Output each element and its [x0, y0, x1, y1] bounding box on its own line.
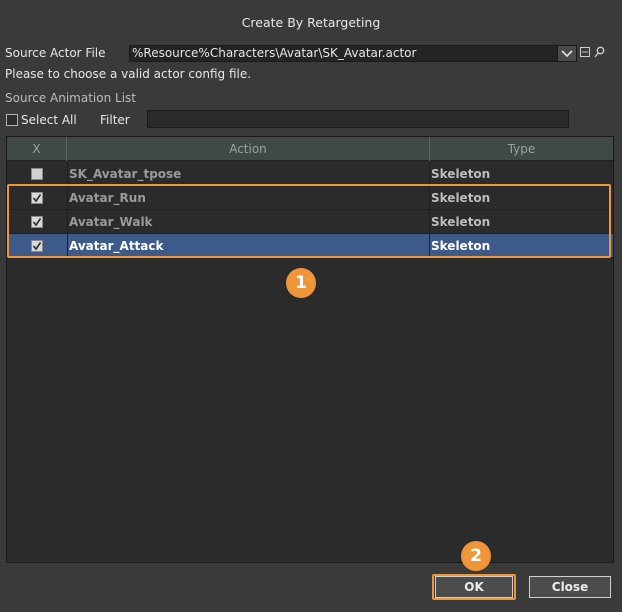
table-row[interactable]: Avatar_Walk Skeleton	[7, 210, 613, 234]
row-checkbox-cell[interactable]	[7, 186, 67, 210]
row-type: Skeleton	[431, 191, 491, 205]
combo-dropdown-button[interactable]	[557, 45, 577, 62]
dialog-title: Create By Retargeting	[241, 15, 381, 30]
row-checkbox-cell[interactable]	[7, 162, 67, 186]
filter-label: Filter	[100, 113, 130, 127]
column-header-x[interactable]: X	[7, 137, 67, 161]
select-all-label: Select All	[21, 113, 77, 127]
row-action: SK_Avatar_tpose	[67, 162, 430, 186]
row-type: Skeleton	[431, 239, 491, 253]
source-actor-combobox[interactable]: %Resource%Characters\Avatar\SK_Avatar.ac…	[129, 45, 577, 62]
ok-button[interactable]: OK	[435, 576, 513, 598]
source-hint-text: Please to choose a valid actor config fi…	[5, 67, 252, 81]
more-icon	[580, 46, 590, 60]
table-row[interactable]: Avatar_Attack Skeleton	[7, 234, 613, 258]
checkmark-icon	[32, 242, 42, 251]
row-action: Avatar_Walk	[67, 210, 430, 234]
row-type: Skeleton	[431, 167, 491, 181]
row-type: Skeleton	[431, 215, 491, 229]
browse-more-button[interactable]	[580, 46, 590, 60]
checkbox-box	[6, 114, 18, 126]
table-row[interactable]: Avatar_Run Skeleton	[7, 186, 613, 210]
checkmark-icon	[32, 194, 42, 203]
row-checkbox-cell[interactable]	[7, 210, 67, 234]
row-checkbox-checked[interactable]	[31, 192, 43, 204]
chevron-down-icon	[561, 49, 573, 58]
row-checkbox-cell[interactable]	[7, 234, 67, 258]
select-all-checkbox[interactable]: Select All	[6, 113, 77, 127]
table-header: X Action Type	[7, 137, 613, 161]
column-header-type[interactable]: Type	[430, 137, 613, 161]
animation-list-label: Source Animation List	[5, 91, 136, 105]
find-button[interactable]	[594, 46, 605, 61]
search-icon	[594, 46, 605, 61]
filter-input[interactable]	[147, 110, 569, 128]
column-header-action[interactable]: Action	[67, 137, 430, 161]
row-checkbox-checked[interactable]	[31, 240, 43, 252]
row-checkbox-checked[interactable]	[31, 216, 43, 228]
row-action: Avatar_Run	[67, 186, 430, 210]
row-checkbox[interactable]	[31, 168, 43, 180]
step-badge-1: 1	[286, 268, 316, 298]
table-row[interactable]: SK_Avatar_tpose Skeleton	[7, 162, 613, 186]
row-action: Avatar_Attack	[67, 234, 430, 258]
checkmark-icon	[32, 218, 42, 227]
animation-table: X Action Type SK_Avatar_tpose Skeleton Ava…	[6, 136, 614, 563]
source-actor-label: Source Actor File	[5, 46, 106, 60]
close-button[interactable]: Close	[529, 576, 611, 598]
step-badge-2: 2	[461, 541, 491, 571]
